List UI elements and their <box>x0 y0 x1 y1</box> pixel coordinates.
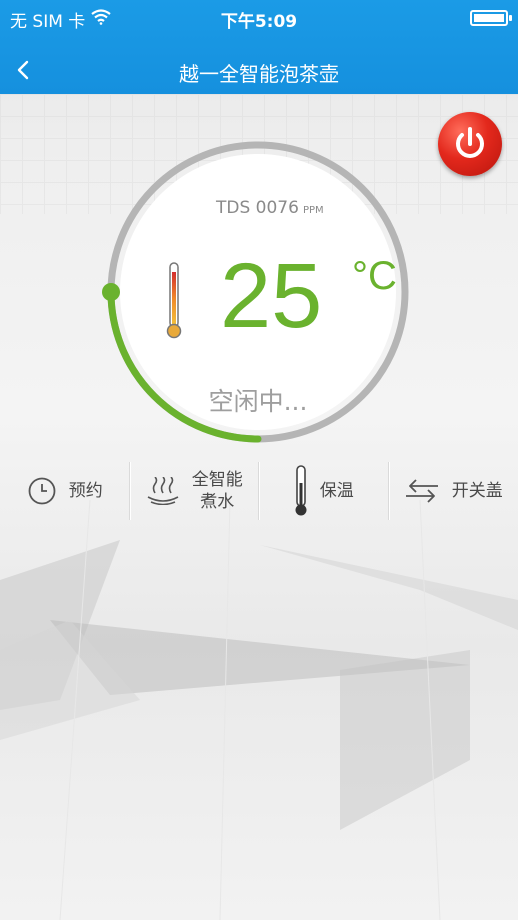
lid-toggle-label: 开关盖 <box>451 480 503 501</box>
thermometer-icon <box>166 262 182 344</box>
smart-boil-button[interactable]: 全智能 煮水 <box>129 458 260 524</box>
temperature-unit: °C <box>352 254 397 298</box>
tds-value: TDS 0076 <box>216 198 299 218</box>
keep-warm-label: 保温 <box>319 480 354 501</box>
steam-icon <box>147 477 179 505</box>
temperature-value: 25 <box>220 245 323 347</box>
background-shapes <box>0 500 518 920</box>
page-title: 越一全智能泡茶壶 <box>179 62 339 86</box>
clock-icon <box>28 477 56 505</box>
battery-fill <box>474 14 504 22</box>
battery-icon <box>470 10 512 26</box>
nav-bar: 越一全智能泡茶壶 <box>0 48 518 94</box>
function-bar: 预约 全智能 煮水 保温 开关盖 <box>0 458 518 524</box>
schedule-button[interactable]: 预约 <box>0 458 130 524</box>
top-bar: 无 SIM 卡 下午5:09 越一全智能泡茶壶 <box>0 0 518 94</box>
smart-boil-label-line2: 煮水 <box>200 492 235 512</box>
status-time: 下午5:09 <box>220 12 298 32</box>
temperature-dial: TDS 0076 PPM 25 °C 空闲中... <box>102 136 414 448</box>
lid-toggle-button[interactable]: 开关盖 <box>388 458 518 524</box>
status-text: 空闲中... <box>208 387 308 416</box>
progress-knob[interactable] <box>102 283 120 301</box>
tds-unit: PPM <box>302 205 324 216</box>
schedule-label: 预约 <box>68 480 103 501</box>
power-button[interactable] <box>438 112 502 176</box>
power-icon <box>456 127 484 158</box>
arrows-icon <box>405 479 438 503</box>
status-bar: 无 SIM 卡 下午5:09 <box>0 0 518 36</box>
keep-warm-button[interactable]: 保温 <box>259 458 389 524</box>
smart-boil-label-line1: 全智能 <box>191 469 243 490</box>
thermometer-icon <box>295 465 307 516</box>
tds-reading: TDS 0076 PPM <box>216 198 324 218</box>
smart-boil-label: 全智能 煮水 <box>192 469 243 513</box>
dial-face: TDS 0076 PPM 25 °C 空闲中... <box>120 154 397 430</box>
